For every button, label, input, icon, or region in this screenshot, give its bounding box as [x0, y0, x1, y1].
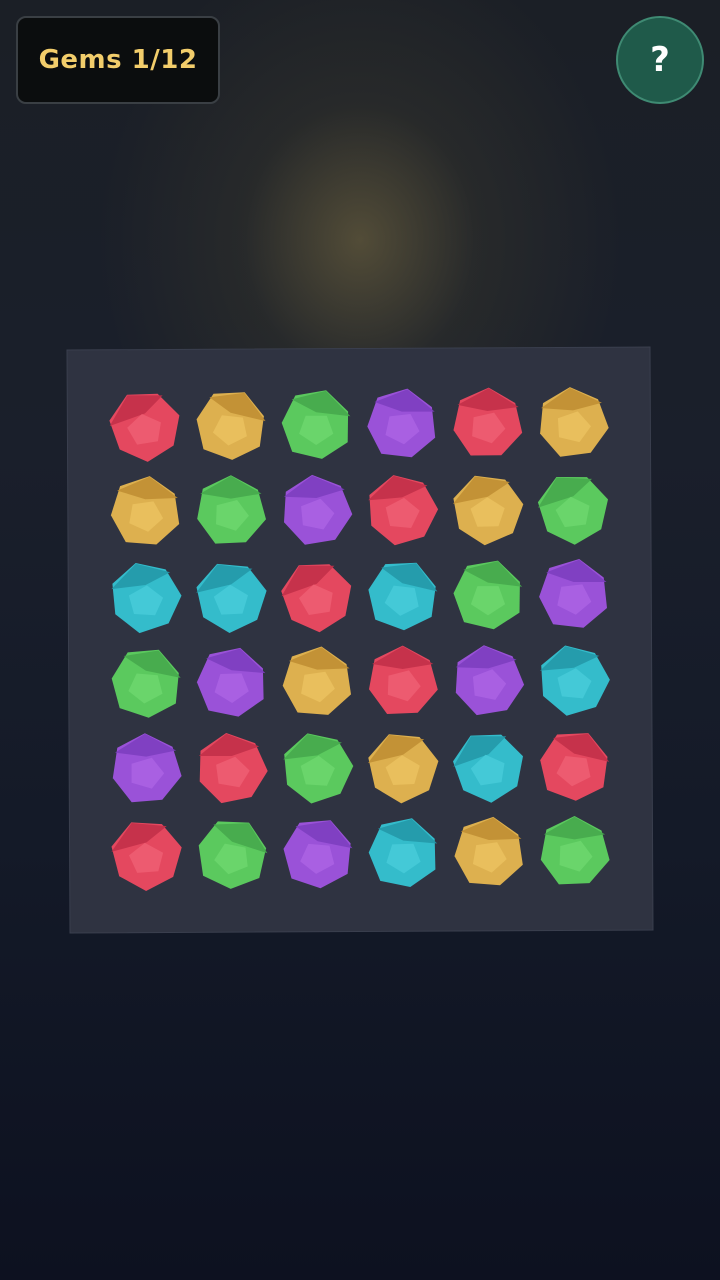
gem-cyan[interactable]	[196, 563, 267, 633]
gem-purple[interactable]	[367, 388, 436, 458]
gem-green[interactable]	[281, 390, 351, 459]
gem-purple[interactable]	[196, 647, 266, 717]
gem-purple[interactable]	[284, 474, 353, 545]
gem-red[interactable]	[368, 475, 439, 546]
gem-red[interactable]	[540, 733, 610, 801]
gem-cyan[interactable]	[453, 734, 523, 803]
gem-green[interactable]	[453, 560, 523, 630]
gem-counter-label: Gems 1/12	[38, 45, 198, 75]
gem-yellow[interactable]	[196, 392, 266, 460]
gem-green[interactable]	[198, 821, 268, 889]
gem-red[interactable]	[281, 564, 352, 633]
gem-counter: Gems 1/12	[16, 16, 220, 104]
gem-red[interactable]	[109, 393, 180, 462]
gem-purple[interactable]	[539, 559, 607, 628]
gem-cyan[interactable]	[368, 562, 438, 631]
gem-red[interactable]	[111, 822, 182, 891]
gem-green[interactable]	[540, 816, 610, 885]
gem-yellow[interactable]	[368, 734, 439, 804]
gem-red[interactable]	[198, 733, 268, 804]
gem-green[interactable]	[537, 477, 608, 545]
help-button[interactable]: ?	[616, 16, 704, 104]
question-mark-icon: ?	[650, 40, 670, 80]
gem-grid	[109, 387, 610, 891]
gem-purple[interactable]	[283, 820, 353, 889]
game-board-layer	[0, 0, 720, 1280]
gem-green[interactable]	[111, 649, 181, 718]
gem-green[interactable]	[197, 475, 266, 544]
gem-yellow[interactable]	[454, 816, 523, 886]
gem-yellow[interactable]	[452, 475, 524, 546]
game-board	[66, 346, 654, 934]
gem-purple[interactable]	[455, 645, 525, 716]
gem-red[interactable]	[369, 645, 438, 714]
gem-cyan[interactable]	[540, 645, 610, 716]
gem-purple[interactable]	[112, 733, 182, 803]
gem-yellow[interactable]	[540, 387, 609, 457]
gem-yellow[interactable]	[110, 476, 180, 545]
gem-red[interactable]	[453, 387, 523, 456]
gem-cyan[interactable]	[111, 563, 182, 634]
gem-green[interactable]	[283, 733, 354, 804]
gem-yellow[interactable]	[282, 646, 351, 715]
gem-cyan[interactable]	[368, 818, 438, 887]
